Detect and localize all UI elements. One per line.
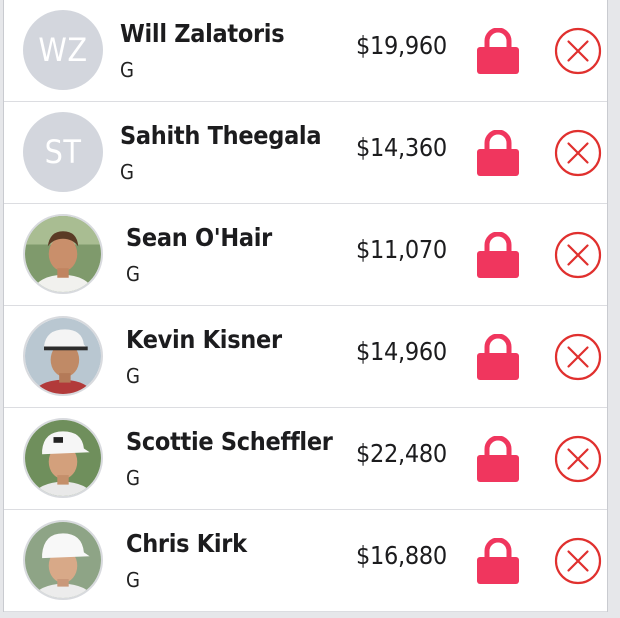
player-list: WZ Will Zalatoris G $19,960 ST Sahith Th… (3, 0, 608, 612)
lineup-screen: WZ Will Zalatoris G $19,960 ST Sahith Th… (0, 0, 620, 618)
avatar-initials: ST (44, 133, 82, 171)
player-salary: $22,480 (356, 439, 447, 468)
player-avatar: ST (23, 112, 103, 192)
player-headshot-image (25, 522, 101, 598)
player-position: G (126, 568, 140, 592)
player-headshot-image (25, 216, 101, 292)
remove-player-button[interactable] (554, 333, 602, 381)
player-name: Sahith Theegala (120, 121, 322, 150)
lock-icon[interactable] (477, 334, 519, 380)
player-salary: $16,880 (356, 541, 447, 570)
player-headshot-image (25, 318, 101, 394)
scroll-gutter (608, 0, 620, 618)
remove-player-button[interactable] (554, 27, 602, 75)
player-salary: $19,960 (356, 31, 447, 60)
player-position: G (126, 466, 140, 490)
player-name: Kevin Kisner (126, 325, 282, 354)
player-row[interactable]: Scottie Scheffler G $22,480 (4, 408, 607, 510)
player-row[interactable]: Sean O'Hair G $11,070 (4, 204, 607, 306)
player-salary: $14,960 (356, 337, 447, 366)
player-position: G (126, 262, 140, 286)
player-name: Chris Kirk (126, 529, 247, 558)
remove-player-button[interactable] (554, 231, 602, 279)
player-name: Will Zalatoris (120, 19, 285, 48)
player-row[interactable]: WZ Will Zalatoris G $19,960 (4, 0, 607, 102)
player-salary: $11,070 (356, 235, 447, 264)
player-name: Sean O'Hair (126, 223, 272, 252)
lock-icon[interactable] (477, 28, 519, 74)
player-row[interactable]: Kevin Kisner G $14,960 (4, 306, 607, 408)
player-row[interactable]: ST Sahith Theegala G $14,360 (4, 102, 607, 204)
player-position: G (120, 160, 134, 184)
player-headshot-image (25, 420, 101, 496)
avatar-initials: WZ (38, 31, 88, 69)
player-photo (23, 316, 103, 396)
player-name: Scottie Scheffler (126, 427, 333, 456)
lock-icon[interactable] (477, 130, 519, 176)
player-row[interactable]: Chris Kirk G $16,880 (4, 510, 607, 612)
player-photo (23, 214, 103, 294)
lock-icon[interactable] (477, 232, 519, 278)
player-position: G (126, 364, 140, 388)
lock-icon[interactable] (477, 538, 519, 584)
player-position: G (120, 58, 134, 82)
lock-icon[interactable] (477, 436, 519, 482)
remove-player-button[interactable] (554, 129, 602, 177)
player-photo (23, 418, 103, 498)
player-salary: $14,360 (356, 133, 447, 162)
player-photo (23, 520, 103, 600)
remove-player-button[interactable] (554, 537, 602, 585)
remove-player-button[interactable] (554, 435, 602, 483)
player-avatar: WZ (23, 10, 103, 90)
